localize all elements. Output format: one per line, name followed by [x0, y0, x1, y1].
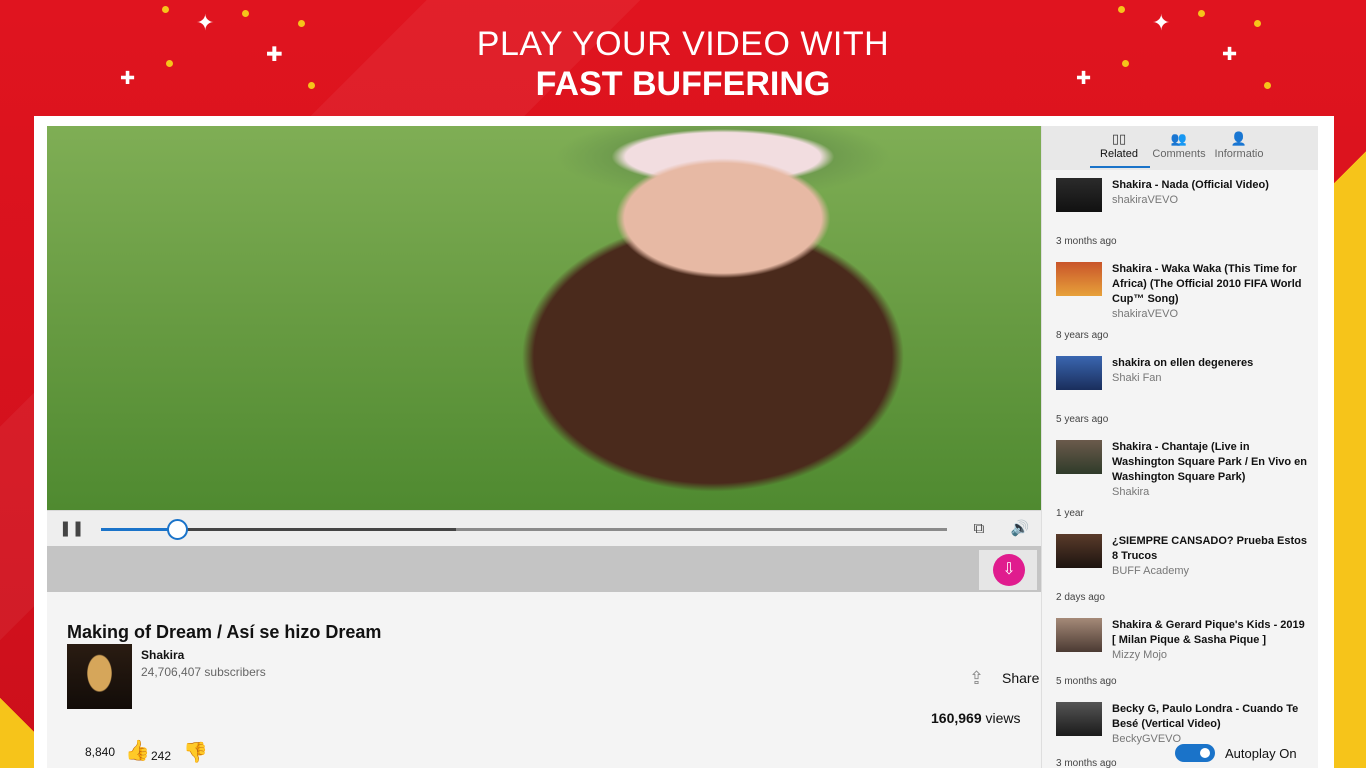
related-video-channel: Shakira [1112, 486, 1150, 498]
tab-label: Informatio [1214, 148, 1264, 160]
related-video-age: 5 years ago [1056, 414, 1109, 425]
related-video-channel: shakiraVEVO [1112, 308, 1179, 320]
related-title-text: Becky G, Paulo Londra - Cuando Te Besé (… [1112, 703, 1299, 730]
video-thumbnail [1056, 618, 1102, 652]
video-thumbnail [1056, 440, 1102, 474]
progress-fill [101, 528, 178, 531]
related-video-age: 5 months ago [1056, 676, 1117, 687]
video-thumbnail [1056, 178, 1102, 212]
view-count: 160,969 views [931, 710, 1021, 726]
related-video-title: Shakira - Chantaje (Live in Washington S… [1112, 440, 1308, 500]
tab-comments[interactable]: 👥 Comments [1146, 130, 1212, 160]
thumbs-up-icon[interactable]: 👍 [125, 738, 150, 763]
related-title-text: Shakira - Chantaje (Live in Washington S… [1112, 441, 1307, 483]
related-title-text: ¿SIEMPRE CANSADO? Prueba Estos 8 Trucos [1112, 535, 1307, 562]
thumbs-down-icon[interactable]: 👎 [183, 740, 208, 765]
seek-thumb[interactable] [167, 519, 189, 540]
video-info: Making of Dream / Así se hizo Dream Shak… [47, 592, 1041, 768]
seek-bar[interactable] [101, 519, 947, 540]
video-thumbnail [1056, 356, 1102, 390]
toggle-knob [1200, 748, 1210, 758]
related-title-text: Shakira - Waka Waka (This Time for Afric… [1112, 263, 1302, 305]
download-button[interactable]: ⇩ [979, 550, 1037, 590]
headline-line1: PLAY YOUR VIDEO WITH [476, 25, 890, 63]
download-icon: ⇩ [993, 554, 1025, 586]
related-video-channel: BUFF Academy [1112, 565, 1190, 577]
related-video-age: 3 months ago [1056, 236, 1117, 247]
active-tab-indicator [1090, 166, 1150, 168]
related-video-channel: Shaki Fan [1112, 372, 1162, 384]
related-video-age: 1 year [1056, 508, 1084, 519]
related-video-age: 8 years ago [1056, 330, 1109, 341]
related-video-age: 3 months ago [1056, 758, 1117, 768]
related-video-title: Becky G, Paulo Londra - Cuando Te Besé (… [1112, 702, 1308, 747]
related-video-title: shakira on ellen degeneres Shaki Fan [1112, 356, 1308, 386]
related-video-age: 2 days ago [1056, 592, 1105, 603]
dislike-count: 242 [151, 749, 172, 763]
video-title: Making of Dream / Así se hizo Dream [67, 622, 382, 642]
download-bar: ⇩ [47, 546, 1041, 592]
autoplay-label: Autoplay On [1225, 746, 1297, 761]
video-thumbnail [1056, 702, 1102, 736]
view-count-suffix: views [981, 710, 1021, 726]
like-count: 8,840 [85, 745, 116, 759]
share-button[interactable]: Share [1002, 670, 1039, 686]
pause-icon[interactable]: ❚❚ [59, 519, 84, 539]
people-icon: 👥 [1170, 131, 1188, 146]
app-window: ❚❚ ⧉ 🔊 ⇩ Making of Dream / Así se hizo D… [47, 126, 1318, 768]
side-panel-tabs: ▯▯ Related 👥 Comments 👤 Informatio [1042, 126, 1318, 170]
video-thumbnail [1056, 534, 1102, 568]
side-panel: ▯▯ Related 👥 Comments 👤 Informatio Shaki… [1041, 126, 1318, 768]
cast-icon[interactable]: ⧉ [969, 519, 989, 539]
video-frame[interactable] [47, 126, 1041, 510]
confetti-dot [242, 10, 249, 17]
related-video-channel: Mizzy Mojo [1112, 649, 1168, 661]
person-icon: 👤 [1230, 131, 1248, 146]
related-title-text: Shakira - Nada (Official Video) [1112, 179, 1269, 191]
video-player[interactable] [47, 126, 1041, 510]
subscriber-count: 24,706,407 subscribers [141, 665, 266, 679]
view-count-number: 160,969 [931, 710, 982, 726]
related-video-title: Shakira - Waka Waka (This Time for Afric… [1112, 262, 1308, 322]
confetti-dot [162, 6, 169, 13]
related-video-title: ¿SIEMPRE CANSADO? Prueba Estos 8 Trucos B… [1112, 534, 1308, 579]
related-title-text: shakira on ellen degeneres [1112, 357, 1254, 369]
tab-label: Related [1100, 148, 1138, 160]
book-icon: ▯▯ [1111, 131, 1127, 146]
related-video-title: Shakira - Nada (Official Video) shakiraVE… [1112, 178, 1308, 208]
confetti-dot [1198, 10, 1205, 17]
related-video-channel: shakiraVEVO [1112, 194, 1179, 206]
tab-related[interactable]: ▯▯ Related [1086, 130, 1152, 160]
autoplay-toggle[interactable] [1175, 744, 1215, 762]
confetti-dot [1118, 6, 1125, 13]
volume-icon[interactable]: 🔊 [1010, 519, 1030, 539]
tab-information[interactable]: 👤 Informatio [1206, 130, 1272, 160]
player-controls: ❚❚ ⧉ 🔊 [47, 510, 1041, 546]
tab-label: Comments [1152, 148, 1206, 160]
promo-headline: PLAY YOUR VIDEO WITH FAST BUFFERING [0, 24, 1366, 104]
video-thumbnail [1056, 262, 1102, 296]
channel-name[interactable]: Shakira [141, 648, 184, 662]
channel-avatar[interactable] [67, 644, 132, 709]
headline-line2: FAST BUFFERING [535, 65, 831, 103]
share-icon[interactable]: ⇪ [969, 668, 984, 689]
related-title-text: Shakira & Gerard Pique's Kids - 2019 [ M… [1112, 619, 1305, 646]
related-video-title: Shakira & Gerard Pique's Kids - 2019 [ M… [1112, 618, 1308, 663]
